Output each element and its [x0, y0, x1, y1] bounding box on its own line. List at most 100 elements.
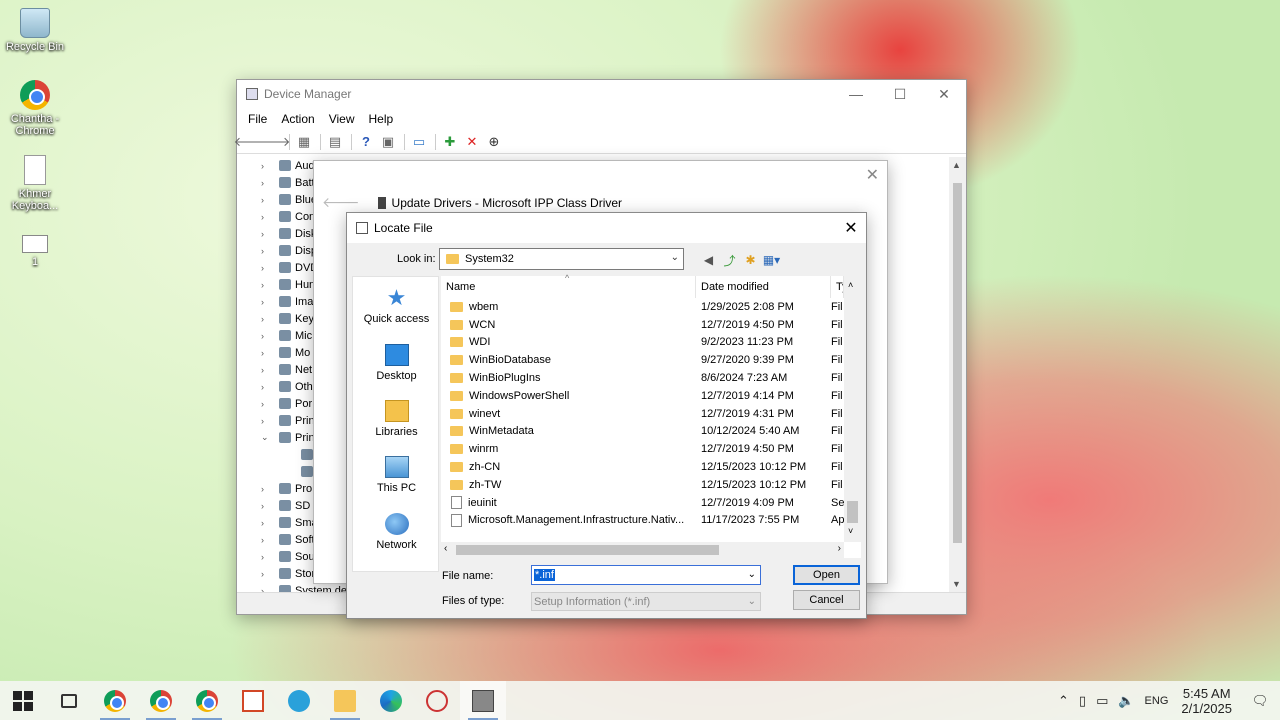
- place-quick-access[interactable]: ★ Quick access: [353, 287, 440, 326]
- chevron-right-icon[interactable]: ›: [261, 399, 273, 409]
- notification-icon[interactable]: 🗨: [1240, 693, 1280, 709]
- start-button[interactable]: [0, 681, 46, 720]
- taskbar-telegram[interactable]: [276, 681, 322, 720]
- scan-hardware-icon[interactable]: ▭: [409, 133, 429, 151]
- chevron-right-icon[interactable]: ›: [261, 348, 273, 358]
- locate-file-titlebar[interactable]: Locate File: [347, 213, 866, 243]
- properties-icon[interactable]: ▤: [325, 133, 345, 151]
- chevron-right-icon[interactable]: ›: [261, 416, 273, 426]
- taskbar-chrome-3[interactable]: [184, 681, 230, 720]
- look-in-dropdown[interactable]: System32 ⌄: [439, 248, 684, 270]
- chevron-right-icon[interactable]: ›: [261, 297, 273, 307]
- scrollbar-thumb[interactable]: [953, 183, 962, 543]
- open-button[interactable]: Open: [793, 565, 860, 585]
- column-date-modified[interactable]: Date modified: [696, 276, 831, 298]
- chevron-down-icon[interactable]: ˅: [848, 526, 853, 536]
- show-hide-console-icon[interactable]: ▦: [294, 133, 314, 151]
- file-row[interactable]: ieuinit 12/7/2019 4:09 PM Se: [441, 494, 844, 512]
- file-row[interactable]: WinBioDatabase 9/27/2020 9:39 PM Fil: [441, 351, 844, 369]
- chevron-right-icon[interactable]: ›: [261, 484, 273, 494]
- close-button[interactable]: ✕: [922, 80, 966, 108]
- taskbar-edge[interactable]: [368, 681, 414, 720]
- cancel-button[interactable]: Cancel: [793, 590, 860, 610]
- file-row[interactable]: WCN 12/7/2019 4:50 PM Fil: [441, 316, 844, 334]
- file-row[interactable]: WindowsPowerShell 12/7/2019 4:14 PM Fil: [441, 387, 844, 405]
- maximize-button[interactable]: ☐: [878, 80, 922, 108]
- new-folder-icon[interactable]: ✱: [740, 251, 761, 269]
- column-name[interactable]: ^ Name: [441, 273, 696, 298]
- menu-action[interactable]: Action: [274, 112, 321, 126]
- volume-icon[interactable]: 🔈: [1113, 693, 1139, 709]
- meet-now-icon[interactable]: ▯: [1074, 693, 1091, 709]
- language-indicator[interactable]: ENG: [1140, 695, 1174, 707]
- forward-arrow-icon[interactable]: 🡒: [256, 133, 291, 151]
- desktop-icon-1[interactable]: 1: [0, 235, 70, 268]
- chevron-right-icon[interactable]: ›: [261, 195, 273, 205]
- device-tree-scrollbar[interactable]: ▲ ▼: [949, 157, 966, 592]
- file-row[interactable]: WinMetadata 10/12/2024 5:40 AM Fil: [441, 423, 844, 441]
- file-row[interactable]: winrm 12/7/2019 4:50 PM Fil: [441, 440, 844, 458]
- chevron-down-icon[interactable]: ⌄: [261, 432, 273, 443]
- file-row[interactable]: zh-CN 12/15/2023 10:12 PM Fil: [441, 458, 844, 476]
- close-button[interactable]: ✕: [836, 213, 866, 243]
- taskbar-snipping-tool[interactable]: [414, 681, 460, 720]
- chevron-right-icon[interactable]: ›: [261, 552, 273, 562]
- menu-view[interactable]: View: [322, 112, 362, 126]
- chevron-right-icon[interactable]: ›: [261, 212, 273, 222]
- chevron-right-icon[interactable]: ›: [261, 518, 273, 528]
- chevron-down-icon[interactable]: ⌄: [748, 569, 756, 580]
- network-icon[interactable]: ▭: [1091, 693, 1113, 709]
- chevron-right-icon[interactable]: ›: [261, 161, 273, 171]
- file-row[interactable]: wbem 1/29/2025 2:08 PM Fil: [441, 298, 844, 316]
- file-row[interactable]: Microsoft.Management.Infrastructure.Nati…: [441, 512, 844, 530]
- chevron-up-icon[interactable]: ⌃: [1053, 693, 1074, 709]
- chevron-right-icon[interactable]: ›: [261, 382, 273, 392]
- chevron-right-icon[interactable]: ›: [261, 535, 273, 545]
- back-arrow-icon[interactable]: 🡐: [322, 194, 360, 211]
- file-list-horizontal-scrollbar[interactable]: ‹ ›: [441, 542, 844, 558]
- desktop-icon-recycle-bin[interactable]: Recycle Bin: [0, 8, 70, 53]
- file-row[interactable]: zh-TW 12/15/2023 10:12 PM Fil: [441, 476, 844, 494]
- uninstall-x-icon[interactable]: ✕: [462, 133, 482, 151]
- place-network[interactable]: Network: [353, 513, 440, 551]
- close-icon[interactable]: ✕: [866, 165, 879, 185]
- desktop-icon-khmer-keyboard[interactable]: Khmer Keyboa...: [0, 155, 70, 212]
- taskbar-chrome-2[interactable]: [138, 681, 184, 720]
- taskbar-chrome-1[interactable]: [92, 681, 138, 720]
- clock[interactable]: 5:45 AM 2/1/2025: [1173, 686, 1240, 716]
- scrollbar-thumb[interactable]: [456, 545, 719, 555]
- file-row[interactable]: WDI 9/2/2023 11:23 PM Fil: [441, 334, 844, 352]
- chevron-right-icon[interactable]: ›: [261, 229, 273, 239]
- scroll-down-icon[interactable]: ▼: [952, 579, 961, 589]
- place-libraries[interactable]: Libraries: [353, 400, 440, 438]
- chevron-right-icon[interactable]: ›: [261, 331, 273, 341]
- view-menu-icon[interactable]: ▦▾: [761, 251, 782, 269]
- file-name-input[interactable]: *.inf ⌄: [531, 565, 761, 585]
- menu-help[interactable]: Help: [362, 112, 401, 126]
- desktop-icon-chrome[interactable]: Chantha - Chrome: [0, 80, 70, 137]
- scrollbar-thumb[interactable]: [847, 501, 858, 523]
- chevron-left-icon[interactable]: ‹: [444, 543, 447, 554]
- chevron-right-icon[interactable]: ›: [261, 280, 273, 290]
- menu-file[interactable]: File: [241, 112, 274, 126]
- taskbar-file-explorer[interactable]: [322, 681, 368, 720]
- task-view-button[interactable]: [46, 681, 92, 720]
- help-icon[interactable]: ?: [356, 133, 376, 151]
- column-type[interactable]: Ty: [831, 276, 844, 298]
- add-driver-icon[interactable]: ✚: [440, 133, 460, 151]
- up-folder-icon[interactable]: ⤴: [719, 251, 740, 269]
- chevron-up-icon[interactable]: ˄: [848, 280, 853, 290]
- view-icon[interactable]: ▣: [378, 133, 398, 151]
- taskbar-device-manager[interactable]: [460, 681, 506, 720]
- taskbar-app[interactable]: [230, 681, 276, 720]
- chevron-right-icon[interactable]: ›: [261, 263, 273, 273]
- download-icon[interactable]: ⊕: [484, 133, 504, 151]
- place-this-pc[interactable]: This PC: [353, 456, 440, 494]
- file-list-vertical-scrollbar[interactable]: ˄ ˅: [844, 276, 861, 542]
- chevron-right-icon[interactable]: ›: [261, 569, 273, 579]
- chevron-right-icon[interactable]: ›: [261, 501, 273, 511]
- scroll-up-icon[interactable]: ▲: [952, 160, 961, 170]
- chevron-right-icon[interactable]: ›: [261, 246, 273, 256]
- place-desktop[interactable]: Desktop: [353, 344, 440, 382]
- chevron-right-icon[interactable]: ›: [261, 365, 273, 375]
